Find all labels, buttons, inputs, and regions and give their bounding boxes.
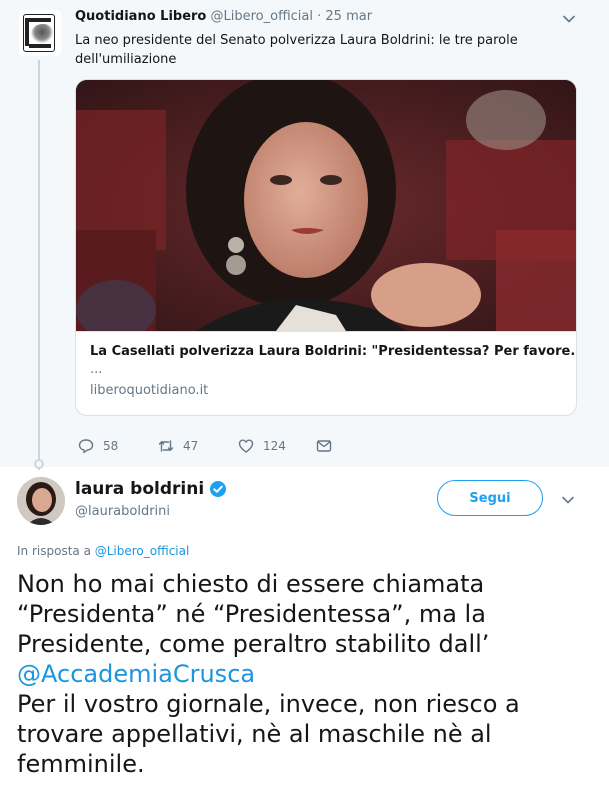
libero-avatar[interactable]: [19, 10, 61, 56]
parent-tweet-date[interactable]: 25 mar: [325, 9, 372, 24]
reply-icon: [78, 439, 94, 454]
direct-message-icon: [316, 440, 332, 452]
meta-separator: ·: [312, 9, 326, 24]
retweet-action[interactable]: 47: [158, 436, 198, 456]
thread-line: [38, 60, 40, 470]
reply-action[interactable]: 58: [78, 436, 118, 456]
card-domain: liberoquotidiano.it: [90, 383, 209, 398]
retweet-count: 47: [183, 439, 199, 453]
tweet-text-part1: Non ho mai chiesto di essere chiamata “P…: [17, 570, 490, 658]
parent-tweet-header: Quotidiano Libero @Libero_official · 25 …: [75, 9, 372, 24]
like-count: 124: [263, 439, 286, 453]
author-handle[interactable]: @lauraboldrini: [75, 504, 170, 519]
tweet-text-part2: Per il vostro giornale, invece, non ries…: [17, 690, 520, 778]
chevron-down-icon[interactable]: [561, 493, 575, 507]
accademia-crusca-mention[interactable]: @AccademiaCrusca: [17, 660, 255, 688]
link-card[interactable]: La Casellati polverizza Laura Boldrini: …: [75, 79, 577, 416]
parent-author-handle[interactable]: @Libero_official: [211, 9, 313, 24]
author-name-row: laura boldrini: [75, 479, 227, 499]
parent-author-name[interactable]: Quotidiano Libero: [75, 9, 206, 24]
card-body: La Casellati polverizza Laura Boldrini: …: [76, 331, 576, 415]
parent-tweet-text: La neo presidente del Senato polverizza …: [75, 33, 518, 67]
card-description: ...: [90, 362, 103, 377]
parent-tweet[interactable]: Quotidiano Libero @Libero_official · 25 …: [0, 0, 609, 470]
author-name[interactable]: laura boldrini: [75, 479, 204, 499]
reply-count: 58: [103, 439, 119, 453]
like-icon: [238, 439, 254, 453]
tweet-text: Non ho mai chiesto di essere chiamata “P…: [17, 569, 597, 779]
direct-message-action[interactable]: [316, 436, 341, 456]
thread-connector-dot: [34, 459, 44, 469]
reply-context: In risposta a @Libero_official: [17, 544, 189, 558]
verified-badge-icon: [210, 481, 227, 497]
reply-prefix: In risposta a: [17, 544, 95, 558]
retweet-icon: [158, 440, 174, 452]
card-photo: [76, 80, 576, 331]
follow-button[interactable]: Segui: [437, 480, 543, 516]
reply-mention-link[interactable]: @Libero_official: [95, 544, 190, 558]
card-title[interactable]: La Casellati polverizza Laura Boldrini: …: [90, 344, 576, 359]
author-avatar[interactable]: [17, 477, 65, 525]
like-action[interactable]: 124: [238, 436, 286, 456]
chevron-down-icon[interactable]: [562, 12, 576, 26]
